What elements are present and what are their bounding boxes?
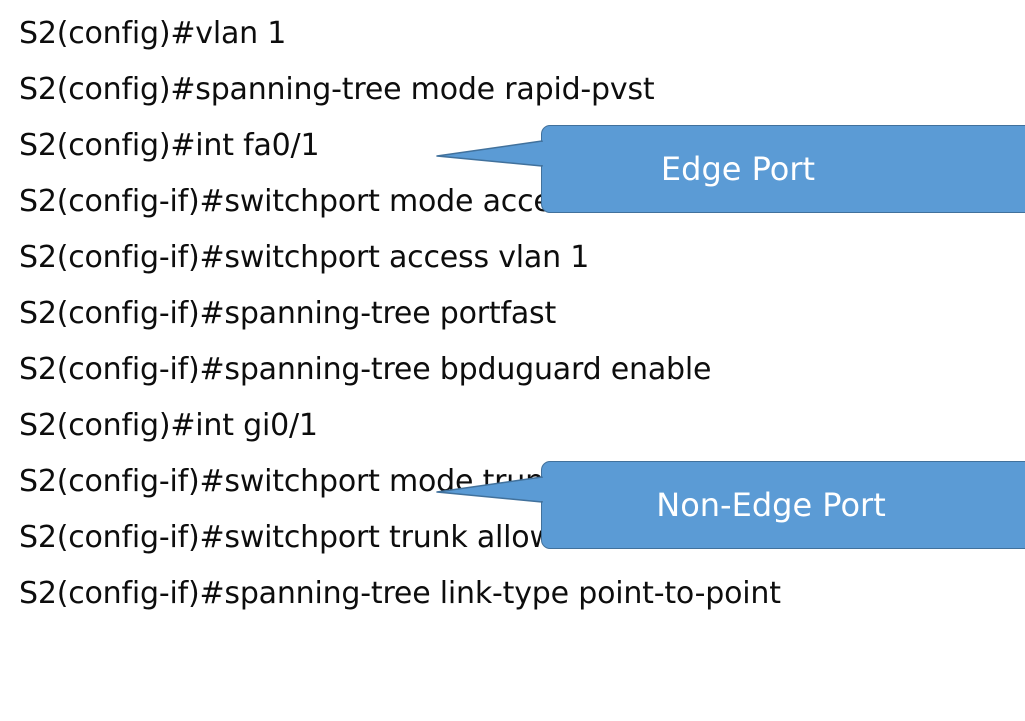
non-edge-port-label: Non-Edge Port	[656, 486, 886, 524]
command-line-vlan: S2(config)#vlan 1	[19, 16, 287, 51]
command-line-link-type: S2(config-if)#spanning-tree link-type po…	[19, 576, 781, 611]
slide: S2(config)#vlan 1 S2(config)#spanning-tr…	[0, 0, 1025, 721]
non-edge-port-callout: Non-Edge Port	[541, 461, 1025, 549]
command-line-stp-mode: S2(config)#spanning-tree mode rapid-pvst	[19, 72, 655, 107]
command-line-access-vlan: S2(config-if)#switchport access vlan 1	[19, 240, 590, 275]
edge-port-label: Edge Port	[660, 150, 816, 188]
command-line-int-gi01: S2(config)#int gi0/1	[19, 408, 318, 443]
edge-port-callout: Edge Port	[541, 125, 1025, 213]
command-line-bpduguard: S2(config-if)#spanning-tree bpduguard en…	[19, 352, 712, 387]
command-line-portfast: S2(config-if)#spanning-tree portfast	[19, 296, 557, 331]
